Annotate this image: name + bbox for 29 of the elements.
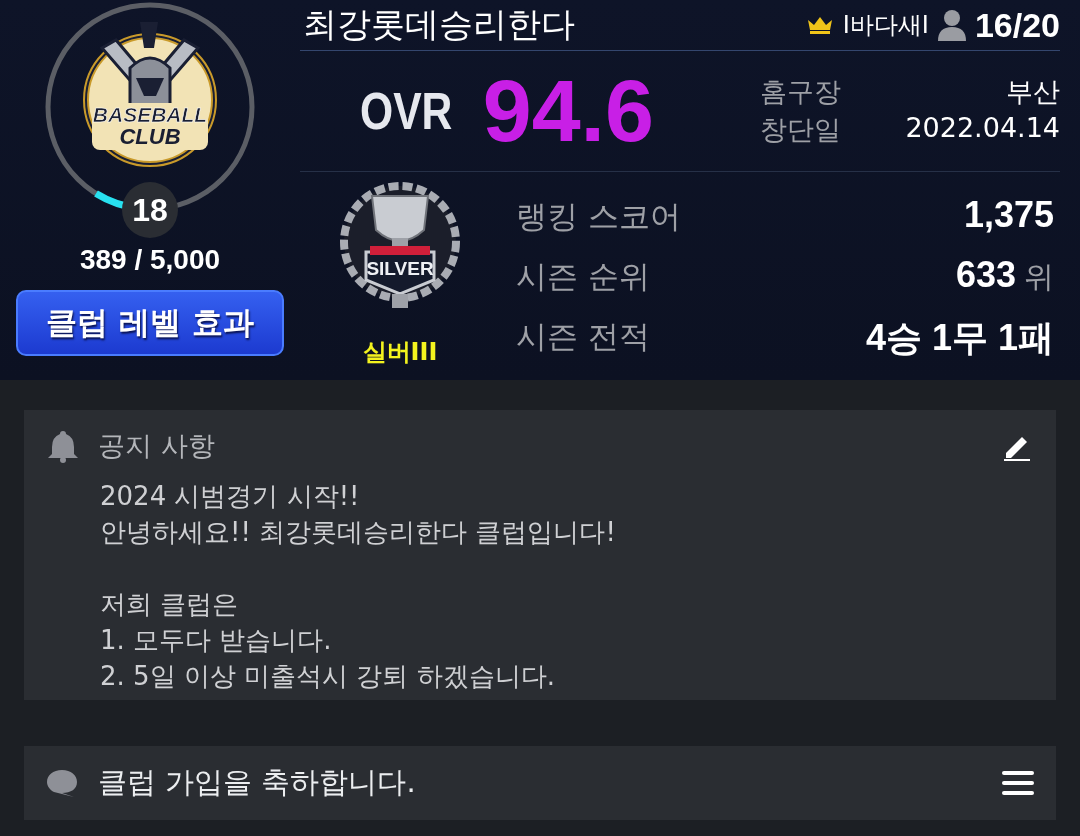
stat-label: 시즌 전적: [516, 317, 651, 356]
stat-value: 633: [955, 254, 1016, 295]
person-icon: [936, 9, 967, 41]
member-count: 16/20: [974, 5, 1060, 45]
club-level-effect-button[interactable]: 클럽 레벨 효과: [16, 290, 284, 356]
stat-unit: 위: [1024, 259, 1054, 294]
info-value: 2022.04.14: [904, 112, 1060, 145]
info-value: 부산: [1005, 75, 1060, 109]
league-tier-label: 실버III: [362, 337, 438, 368]
club-level: 18: [122, 182, 178, 238]
info-label: 창단일: [760, 113, 841, 147]
ovr-value: 94.6: [482, 60, 654, 162]
menu-icon[interactable]: [1002, 771, 1034, 795]
notice-paragraph: 2024 시범경기 시작!! 안녕하세요!! 최강롯데승리한다 클럽입니다!: [100, 480, 617, 549]
ovr-label: OVR: [360, 81, 453, 141]
chat-bubble-icon: [46, 768, 78, 798]
club-master-name: I바다새I: [842, 10, 929, 41]
chat-message: 클럽 가입을 축하합니다.: [98, 764, 417, 801]
stat-label: 시즌 순위: [516, 257, 651, 296]
notice-title: 공지 사항: [98, 429, 216, 463]
info-label: 홈구장: [760, 75, 841, 109]
stat-value: 4승 1무 1패: [865, 317, 1054, 358]
bell-icon: [46, 429, 80, 463]
stat-label: 랭킹 스코어: [516, 197, 681, 236]
club-name: 최강롯데승리한다: [302, 3, 576, 46]
crown-icon: [806, 16, 833, 34]
stat-value: 1,375: [963, 194, 1054, 235]
experience-count: 389 / 5,000: [79, 244, 221, 276]
notice-paragraph: 저희 클럽은 1. 모두다 받습니다. 2. 5일 이상 미출석시 강퇴 하겠습니다.: [100, 588, 556, 693]
